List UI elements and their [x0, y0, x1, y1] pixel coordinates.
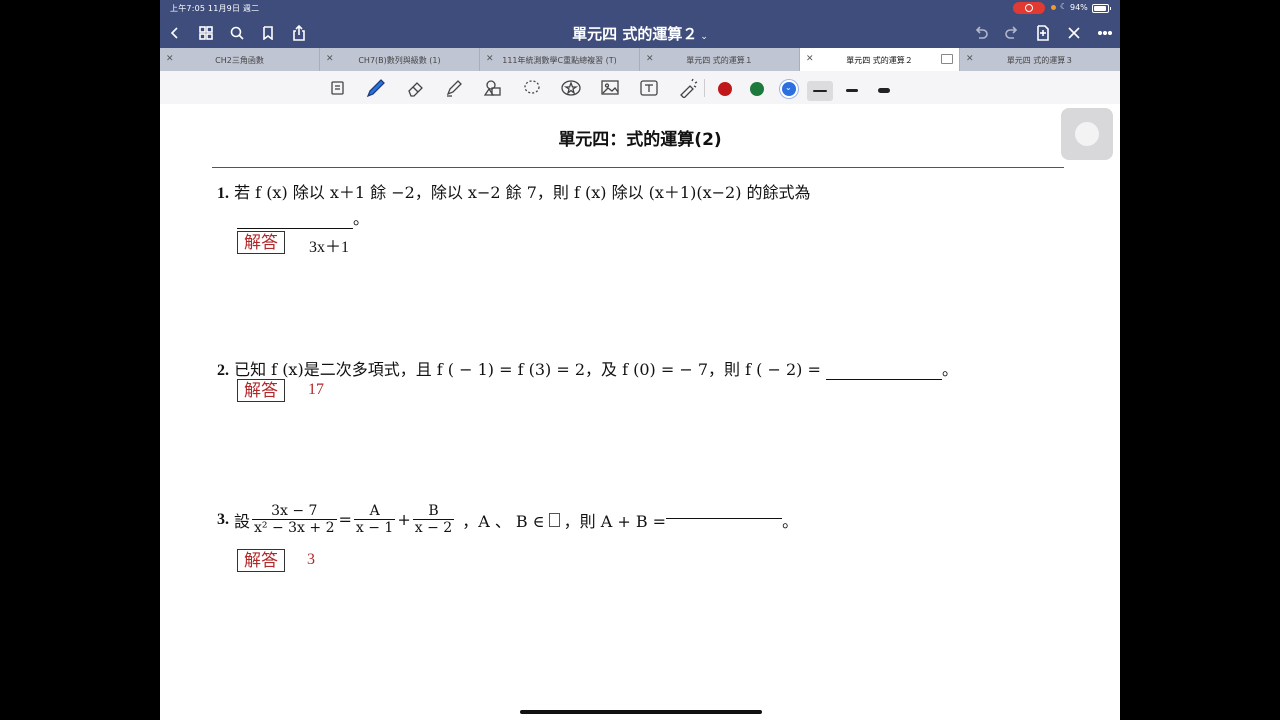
laser-pointer-icon[interactable]	[677, 77, 699, 99]
redo-icon[interactable]	[1001, 22, 1023, 44]
document-title-menu[interactable]: 單元四 式的運算２ ⌄	[540, 23, 740, 44]
answer-label: 解答	[237, 231, 285, 254]
share-icon[interactable]	[288, 22, 310, 44]
battery-percent: 94%	[1070, 3, 1088, 12]
sticker-tool-icon[interactable]	[560, 77, 582, 99]
image-tool-icon[interactable]	[599, 77, 621, 99]
fraction-numerator: A	[353, 503, 396, 520]
question-condition: ，A 、 B ∈	[462, 511, 545, 531]
question-lead: 設	[234, 511, 251, 531]
annotation-toolbar: ⌄	[160, 71, 1120, 105]
question-tail: 。	[782, 511, 799, 531]
split-view-icon[interactable]	[941, 54, 953, 64]
navigation-bar: 單元四 式的運算２ ⌄	[160, 17, 1120, 48]
question-1: 1. 若 f (x) 除以 x＋1 餘 −2，除以 x−2 餘 7，則 f (x…	[217, 179, 811, 203]
question-number: 3.	[217, 510, 229, 528]
document-title: 單元四 式的運算２	[572, 25, 698, 43]
fraction-numerator: 3x − 7	[252, 503, 337, 520]
stroke-medium-option[interactable]	[839, 81, 865, 101]
add-page-icon[interactable]	[1032, 22, 1054, 44]
close-edit-icon[interactable]	[1063, 22, 1085, 44]
answer-value: 3	[307, 551, 315, 568]
status-bar: 上午7:05 11月9日 週二 ☾ 94%	[160, 0, 1120, 17]
grid-view-icon[interactable]	[195, 22, 217, 44]
stroke-thin-option[interactable]	[807, 81, 833, 101]
text-tool-icon[interactable]	[638, 77, 660, 99]
answer-label: 解答	[237, 379, 285, 402]
lasso-tool-icon[interactable]	[521, 77, 543, 99]
tab-unit4-part1[interactable]: ✕ 單元四 式的運算１	[640, 48, 800, 71]
shapes-tool-icon[interactable]	[482, 77, 504, 99]
search-icon[interactable]	[226, 22, 248, 44]
heading-rule	[212, 167, 1064, 168]
tab-unit4-part3[interactable]: ✕ 單元四 式的運算３	[960, 48, 1120, 71]
document-tab-bar: ✕ CH2三角函數 ✕ CH7(B)數列與級數 (1) ✕ 111年統測數學C重…	[160, 48, 1120, 71]
fraction-denominator: x² − 3x + 2	[254, 520, 335, 536]
tab-111-review[interactable]: ✕ 111年統測數學C重點總複習 (T)	[480, 48, 640, 71]
question-2: 2. 已知 f (x)是二次多項式，且 f ( − 1) = f (3) = 2…	[217, 356, 958, 380]
question-1-blank-line: 。	[237, 205, 369, 229]
fraction-a: A x − 1	[353, 503, 396, 536]
fraction-denominator: x − 1	[355, 520, 394, 536]
moon-icon: ☾	[1060, 2, 1068, 11]
toolbar-divider	[704, 79, 705, 97]
eraser-tool-icon[interactable]	[405, 77, 427, 99]
bookmark-icon[interactable]	[257, 22, 279, 44]
color-green-swatch[interactable]	[750, 82, 764, 96]
document-page[interactable]: 單元四：式的運算(2) 1. 若 f (x) 除以 x＋1 餘 −2，除以 x−…	[160, 104, 1120, 720]
status-time-date: 上午7:05 11月9日 週二	[170, 4, 260, 13]
answer-blank[interactable]	[666, 517, 783, 519]
tab-ch7[interactable]: ✕ CH7(B)數列與級數 (1)	[320, 48, 480, 71]
assistive-touch-button[interactable]	[1061, 108, 1113, 160]
question-then: ，則 A + B =	[563, 511, 667, 531]
question-text: 已知 f (x)是二次多項式，且 f ( − 1) = f (3) = 2，及 …	[234, 360, 821, 379]
chevron-down-icon: ⌄	[700, 32, 708, 42]
tab-ch2[interactable]: ✕ CH2三角函數	[160, 48, 320, 71]
question-tail: 。	[941, 360, 958, 379]
mic-indicator-icon	[1051, 5, 1056, 10]
color-red-swatch[interactable]	[718, 82, 732, 96]
home-indicator[interactable]	[520, 710, 762, 714]
question-number: 2.	[217, 362, 229, 379]
question-text: 若 f (x) 除以 x＋1 餘 −2，除以 x−2 餘 7，則 f (x) 除…	[234, 183, 811, 202]
back-icon[interactable]	[164, 22, 186, 44]
answer-label: 解答	[237, 549, 285, 572]
question-3: 3. 設 3x − 7 x² − 3x + 2 = A x − 1 + B x …	[217, 503, 798, 536]
color-blue-swatch[interactable]: ⌄	[782, 82, 796, 96]
read-mode-icon[interactable]	[328, 77, 350, 99]
plus-sign: +	[397, 510, 411, 529]
stroke-thick-option[interactable]	[871, 81, 897, 101]
missing-glyph-box	[548, 512, 560, 527]
fraction-left: 3x − 7 x² − 3x + 2	[252, 503, 337, 536]
battery-icon	[1092, 4, 1111, 13]
undo-icon[interactable]	[970, 22, 992, 44]
fraction-b: B x − 2	[412, 503, 455, 536]
chevron-down-icon: ⌄	[785, 83, 792, 92]
answer-value: 3x＋1	[309, 239, 350, 256]
equals-sign: =	[338, 510, 352, 529]
tab-unit4-part2[interactable]: ✕ 單元四 式的運算２	[800, 48, 960, 71]
screen-recording-indicator[interactable]	[1013, 2, 1045, 14]
question-tail: 。	[353, 209, 370, 228]
more-options-icon[interactable]	[1094, 22, 1116, 44]
answer-value: 17	[308, 381, 324, 398]
highlighter-tool-icon[interactable]	[443, 77, 465, 99]
question-number: 1.	[217, 185, 229, 202]
answer-blank[interactable]	[825, 378, 942, 380]
pen-tool-icon[interactable]	[365, 77, 387, 99]
fraction-denominator: x − 2	[414, 520, 453, 536]
ipad-screen: 上午7:05 11月9日 週二 ☾ 94% 單元四 式的運算２ ⌄ ✕ CH2三…	[160, 0, 1120, 720]
fraction-numerator: B	[412, 503, 455, 520]
page-heading: 單元四：式的運算(2)	[558, 130, 722, 150]
answer-blank[interactable]	[237, 227, 353, 229]
